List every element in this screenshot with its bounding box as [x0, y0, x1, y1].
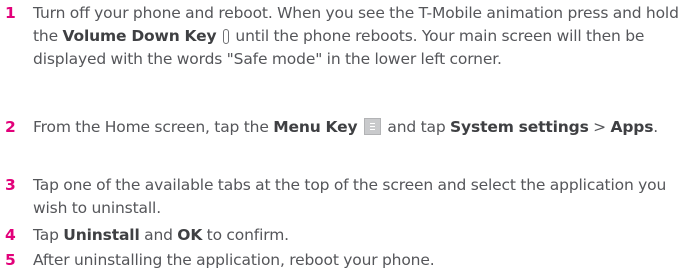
- step-number: 1: [5, 4, 16, 22]
- step-text: Tap Uninstall and OK to confirm.: [33, 224, 695, 247]
- step-4: 4 Tap Uninstall and OK to confirm.: [0, 224, 700, 247]
- step-text: Tap one of the available tabs at the top…: [33, 176, 667, 217]
- menu-key-label: Menu Key: [273, 118, 358, 136]
- uninstall-label: Uninstall: [63, 226, 140, 244]
- step-text-part: and tap: [382, 118, 451, 136]
- apps-label: Apps: [610, 118, 654, 136]
- step-text-part: Tap: [33, 226, 64, 244]
- step-number: 4: [5, 226, 16, 244]
- volume-down-key-icon: [222, 29, 229, 44]
- ok-label: OK: [177, 226, 203, 244]
- volume-down-key-label: Volume Down Key: [62, 27, 217, 45]
- step-text: After uninstalling the application, rebo…: [33, 251, 435, 269]
- step-1: 1 Turn off your phone and reboot. When y…: [0, 2, 700, 71]
- step-text-part: to confirm.: [202, 226, 289, 244]
- system-settings-label: System settings: [450, 118, 589, 136]
- instruction-steps: 1 Turn off your phone and reboot. When y…: [0, 0, 700, 274]
- step-3: 3 Tap one of the available tabs at the t…: [0, 174, 700, 220]
- step-text-part: From the Home screen, tap the: [33, 118, 274, 136]
- step-number: 5: [5, 251, 16, 269]
- step-text-part: and: [139, 226, 178, 244]
- step-text: Turn off your phone and reboot. When you…: [33, 2, 695, 71]
- step-number: 3: [5, 176, 16, 194]
- step-number: 2: [5, 118, 16, 136]
- step-text-part: >: [588, 118, 611, 136]
- step-5: 5 After uninstalling the application, re…: [0, 249, 700, 272]
- menu-key-icon: [363, 118, 381, 135]
- step-text-part: .: [653, 118, 659, 136]
- step-2: 2 From the Home screen, tap the Menu Key…: [0, 116, 700, 139]
- step-text: From the Home screen, tap the Menu Key a…: [33, 116, 695, 139]
